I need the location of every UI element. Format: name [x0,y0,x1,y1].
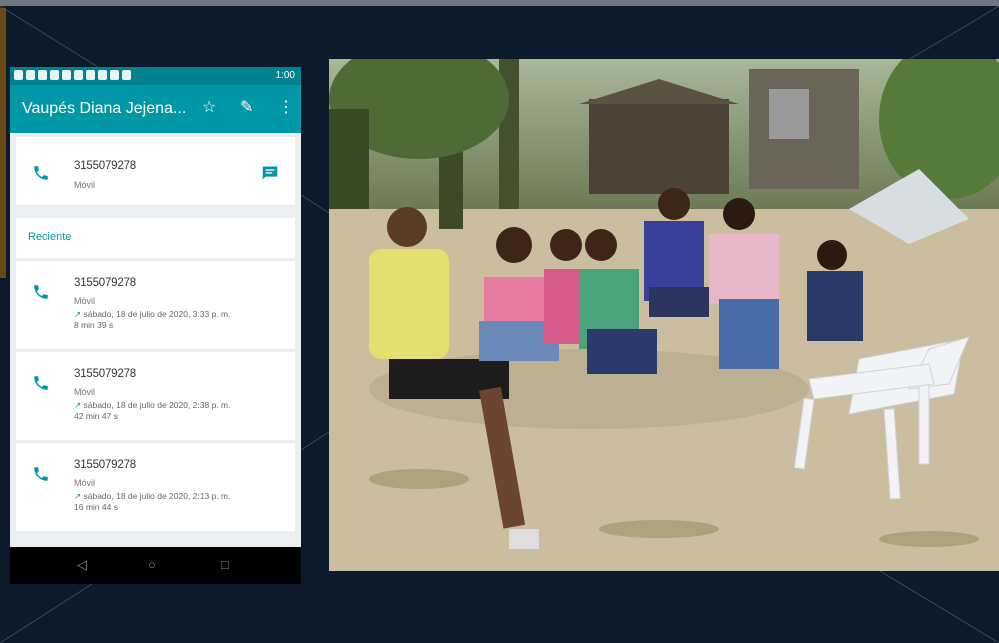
call-date: sábado, 18 de julio de 2020, 2:13 p. m. [83,491,231,501]
phone-screenshot: 1:00 Vaupés Diana Jejena... ☆ ✎ ⋮ 315507… [10,67,301,584]
contact-number: 3155079278 [74,160,136,172]
call-number: 3155079278 [74,368,136,380]
call-date: sábado, 18 de julio de 2020, 2:38 p. m. [83,400,231,410]
contact-name-title: Vaupés Diana Jejena... [22,100,187,117]
call-number: 3155079278 [74,459,136,471]
status-time: 1:00 [275,70,295,81]
call-date: sábado, 18 de julio de 2020, 3:33 p. m. [83,309,231,319]
recent-section-header: Reciente [16,218,295,258]
call-number: 3155079278 [74,277,136,289]
phone-icon[interactable] [32,164,50,182]
call-log-item[interactable]: 3155079278 Móvil ↗ sábado, 18 de julio d… [16,443,295,531]
home-icon[interactable]: ○ [148,557,156,573]
call-number-type: Móvil [74,387,96,397]
status-bar: 1:00 [10,67,301,85]
call-details: ↗ sábado, 18 de julio de 2020, 2:13 p. m… [74,491,284,513]
call-log-item[interactable]: 3155079278 Móvil ↗ sábado, 18 de julio d… [16,261,295,349]
outgoing-call-icon: ↗ [74,309,82,319]
more-vert-icon[interactable]: ⋮ [278,98,294,118]
app-bar: Vaupés Diana Jejena... ☆ ✎ ⋮ [10,85,301,133]
contact-number-card[interactable]: 3155079278 Móvil [16,137,295,205]
outgoing-call-icon: ↗ [74,491,82,501]
star-icon[interactable]: ☆ [202,98,216,118]
android-nav-bar: ◁ ○ □ [10,547,301,584]
recent-label: Reciente [28,231,72,243]
call-duration: 16 min 44 s [74,502,118,512]
message-icon[interactable] [261,165,279,181]
call-duration: 42 min 47 s [74,411,118,421]
call-duration: 8 min 39 s [74,320,114,330]
notification-icons [14,70,131,80]
call-number-type: Móvil [74,478,96,488]
recents-icon[interactable]: □ [221,557,229,573]
phone-icon [34,285,48,299]
call-number-type: Móvil [74,296,96,306]
phone-icon [34,467,48,481]
call-details: ↗ sábado, 18 de julio de 2020, 3:33 p. m… [74,309,284,331]
group-photo [329,59,999,571]
back-icon[interactable]: ◁ [77,557,87,573]
contact-number-type: Móvil [74,180,96,190]
call-details: ↗ sábado, 18 de julio de 2020, 2:38 p. m… [74,400,284,422]
call-log-item[interactable]: 3155079278 Móvil ↗ sábado, 18 de julio d… [16,352,295,440]
outgoing-call-icon: ↗ [74,400,82,410]
pencil-icon[interactable]: ✎ [240,98,253,118]
phone-icon [34,376,48,390]
